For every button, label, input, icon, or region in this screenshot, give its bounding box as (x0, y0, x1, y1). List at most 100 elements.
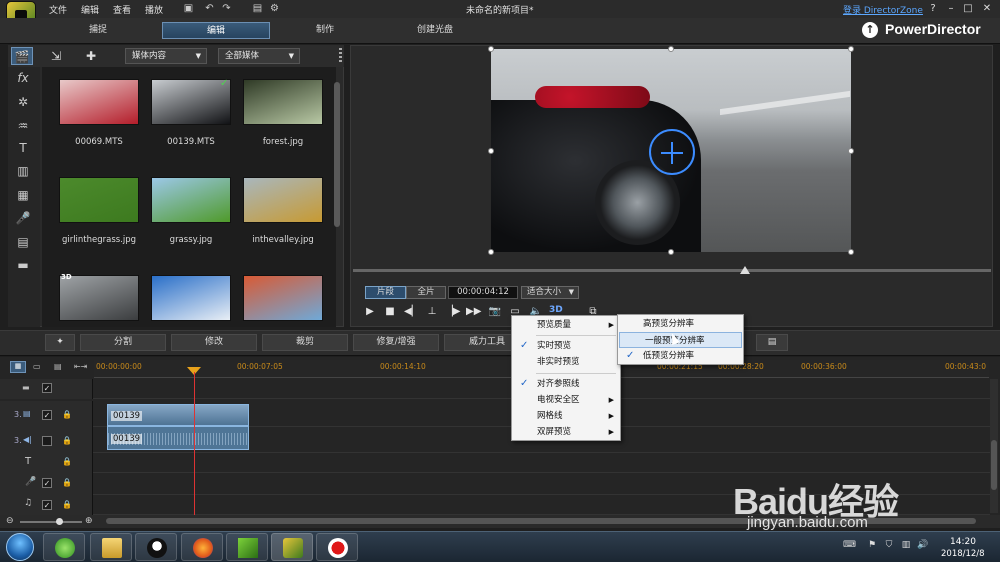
menu-file[interactable]: 文件 (49, 3, 67, 16)
resize-handle-tr[interactable] (848, 46, 854, 52)
taskbar-app-firefox[interactable] (181, 533, 223, 561)
clip-mode-button[interactable]: 片段 (365, 286, 406, 299)
redo-icon[interactable]: ↷ (221, 3, 232, 14)
taskbar-app-qq[interactable] (135, 533, 177, 561)
help-button[interactable]: ? (926, 2, 940, 15)
tab-produce[interactable]: 制作 (300, 22, 350, 39)
tab-capture[interactable]: 捕捉 (70, 22, 126, 39)
media-thumbnail-sky[interactable] (151, 275, 231, 321)
next-frame-icon[interactable]: ▕▶ (445, 305, 460, 319)
zoom-in-icon[interactable]: ⊕ (85, 516, 93, 526)
split-icon[interactable]: ⊥ (425, 305, 439, 319)
title-track-lock-icon[interactable]: 🔒 (62, 457, 72, 467)
audio-track-checkbox[interactable] (42, 436, 52, 446)
music-track-checkbox[interactable]: ✓ (42, 500, 52, 510)
media-content-dropdown[interactable]: 媒体内容 ▼ (125, 48, 207, 64)
menu-item-dual-preview[interactable]: 双屏预览 ▶ (512, 424, 620, 440)
import-media-icon[interactable]: ⇲ (45, 47, 67, 65)
movie-mode-button[interactable]: 全片 (406, 286, 446, 299)
trim-button[interactable]: 裁剪 (262, 334, 348, 351)
audio-mix-room-icon[interactable]: ▦ (14, 186, 32, 204)
menu-item-grid-lines[interactable]: 网格线 ▶ (512, 408, 620, 424)
submenu-item-low-resolution[interactable]: ✓ 低预览分辨率 (618, 348, 743, 364)
media-thumbnail-umbrella[interactable] (243, 275, 323, 321)
media-thumbnail-girlinthegrass[interactable] (59, 177, 139, 223)
timeline-view-icon[interactable]: ▦ (10, 361, 26, 373)
resize-handle-right[interactable] (848, 148, 854, 154)
minimize-button[interactable]: – (944, 2, 958, 15)
preview-seek-bar[interactable] (353, 269, 991, 272)
upload-arrow-icon[interactable]: ↑ (862, 22, 878, 38)
plugins-puzzle-icon[interactable]: ✚ (80, 47, 102, 65)
transition-room-icon[interactable]: ▥ (14, 162, 32, 180)
media-thumbnail-3d-clip[interactable] (59, 275, 139, 321)
menu-item-realtime-preview[interactable]: ✓ 实时预览 (512, 338, 620, 354)
track-manager-icon[interactable]: ▤ (54, 362, 62, 371)
taskbar-app-recorder[interactable] (316, 533, 358, 561)
menu-edit[interactable]: 编辑 (81, 3, 99, 16)
media-thumbnail-inthevalley[interactable] (243, 177, 323, 223)
voice-track-checkbox[interactable]: ✓ (42, 478, 52, 488)
video-track-lock-icon[interactable]: 🔒 (62, 410, 72, 420)
fx-room-icon[interactable]: fx (14, 69, 32, 87)
media-thumbnail-00139[interactable] (151, 79, 231, 125)
tab-create-disc[interactable]: 创建光盘 (400, 22, 470, 39)
tab-edit[interactable]: 编辑 (162, 22, 270, 39)
maximize-button[interactable]: □ (961, 2, 975, 15)
playhead-line[interactable] (194, 372, 195, 520)
menu-view[interactable]: 查看 (113, 3, 131, 16)
stop-icon[interactable]: ■ (383, 305, 397, 319)
storyboard-view-icon[interactable]: ▭ (33, 362, 41, 371)
tray-network-icon[interactable]: ▥ (900, 540, 912, 552)
menu-item-snap-guides[interactable]: ✓ 对齐参照线 (512, 376, 620, 392)
snapshot-camera-icon[interactable]: 📷 (488, 305, 502, 319)
audio-clip[interactable]: 00139 (107, 426, 249, 450)
resize-handle-tl[interactable] (488, 46, 494, 52)
settings-gear-icon[interactable]: ⚙ (269, 3, 280, 14)
taskbar-clock-time[interactable]: 14:20 (950, 537, 976, 547)
fit-timeline-icon[interactable]: ⇤⇥ (74, 362, 87, 371)
fast-forward-icon[interactable]: ▶▶ (466, 305, 481, 319)
chapter-room-icon[interactable]: ▤ (14, 233, 32, 251)
tray-keyboard-icon[interactable]: ⌨ (843, 540, 856, 552)
menu-item-tv-safe-zone[interactable]: 电视安全区 ▶ (512, 392, 620, 408)
music-track-lock-icon[interactable]: 🔒 (62, 500, 72, 510)
reposition-crosshair-icon[interactable] (649, 129, 695, 175)
zoom-slider[interactable] (20, 521, 82, 523)
media-room-icon[interactable]: 🎬 (11, 47, 33, 65)
media-thumbnail-grassy[interactable] (151, 177, 231, 223)
submenu-item-high-resolution[interactable]: 高预览分辨率 (618, 316, 743, 332)
resize-handle-bottom[interactable] (668, 249, 674, 255)
title-room-icon[interactable]: T (14, 139, 32, 157)
fix-enhance-button[interactable]: 修复/增强 (353, 334, 439, 351)
taskbar-app-browser-green[interactable] (43, 533, 85, 561)
menu-item-preview-quality[interactable]: 预览质量 ▶ (512, 317, 620, 333)
library-icon[interactable]: ▤ (252, 3, 263, 14)
audio-track-lock-icon[interactable]: 🔒 (62, 436, 72, 446)
voice-track-lock-icon[interactable]: 🔒 (62, 478, 72, 488)
taskbar-app-explorer[interactable] (90, 533, 132, 561)
timecode-display[interactable]: 00:00:04:12 (448, 286, 518, 299)
close-button[interactable]: ✕ (980, 2, 994, 15)
resize-handle-left[interactable] (488, 148, 494, 154)
zoom-out-icon[interactable]: ⊖ (6, 516, 14, 526)
video-clip[interactable]: 00139 (107, 404, 249, 426)
menu-item-non-realtime-preview[interactable]: 非实时预览 (512, 354, 620, 370)
undo-icon[interactable]: ↶ (204, 3, 215, 14)
master-track-checkbox[interactable]: ✓ (42, 383, 52, 393)
play-icon[interactable]: ▶ (363, 305, 377, 319)
library-scrollbar[interactable] (334, 82, 340, 227)
particle-room-icon[interactable]: ♒ (14, 117, 32, 135)
pip-room-icon[interactable]: ✲ (14, 93, 32, 111)
voice-over-mic-icon[interactable]: 🎤 (14, 209, 32, 227)
taskbar-app-player[interactable] (226, 533, 268, 561)
login-directorzone-link[interactable]: 登录 DirectorZone (843, 3, 923, 16)
fit-size-dropdown[interactable]: 适合大小 ▼ (521, 286, 579, 299)
tray-volume-icon[interactable]: 🔊 (917, 540, 929, 552)
split-button[interactable]: 分割 (80, 334, 166, 351)
timeline-v-scroll-thumb[interactable] (991, 440, 997, 490)
menu-play[interactable]: 播放 (145, 3, 163, 16)
media-filter-dropdown[interactable]: 全部媒体 ▼ (218, 48, 300, 64)
modify-button[interactable]: 修改 (171, 334, 257, 351)
tray-flag-icon[interactable]: ⚑ (866, 540, 878, 552)
